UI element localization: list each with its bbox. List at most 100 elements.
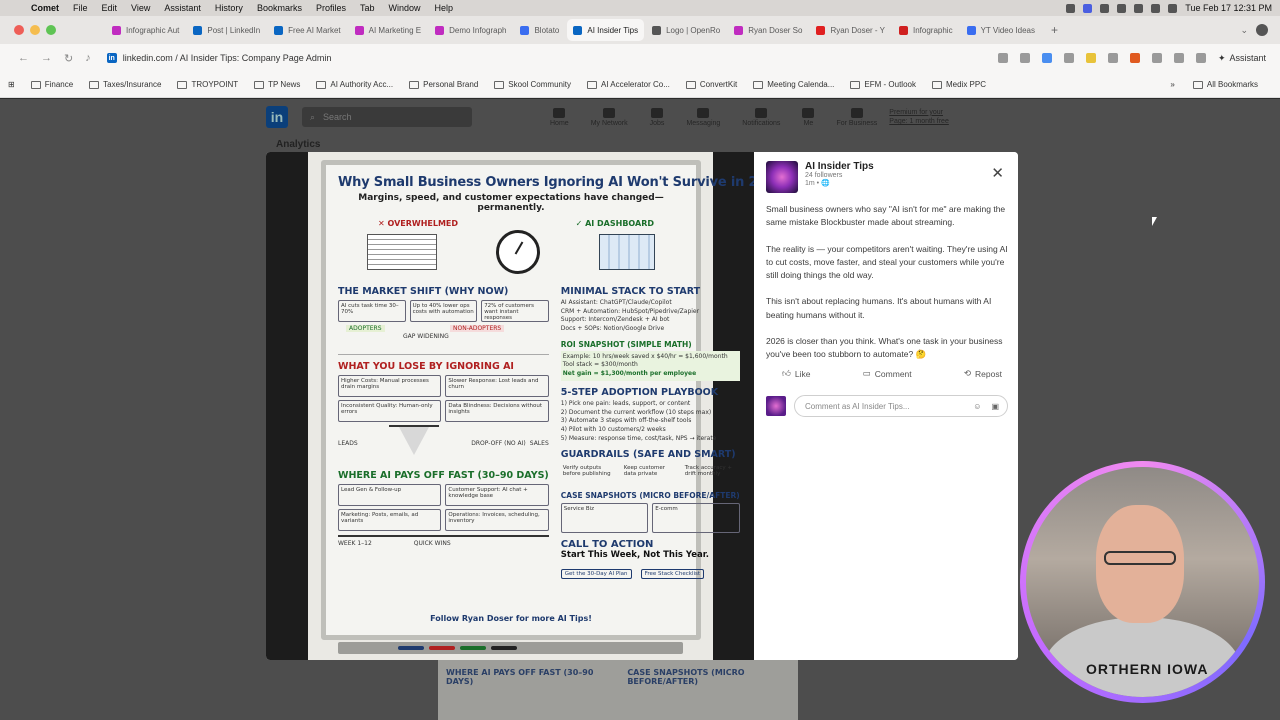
extension-icon[interactable] — [1041, 53, 1052, 63]
bookmark-item[interactable]: Finance — [23, 80, 81, 89]
menu-help[interactable]: Help — [428, 3, 461, 13]
back-icon[interactable]: ← — [18, 52, 29, 65]
extension-icon[interactable] — [1129, 53, 1140, 63]
emoji-icon[interactable]: ☺ — [973, 402, 981, 411]
close-icon[interactable]: ✕ — [991, 164, 1004, 182]
bookmarks-overflow-icon[interactable]: » — [1170, 80, 1174, 89]
bookmark-item[interactable]: Medix PPC — [924, 80, 994, 89]
comment-input[interactable]: Comment as AI Insider Tips... ☺ ▣ — [794, 395, 1008, 418]
linkedin-nav-item[interactable]: Notifications — [742, 107, 780, 127]
reload-icon[interactable]: ↻ — [64, 52, 73, 65]
linkedin-nav-item[interactable]: For Business — [836, 107, 877, 127]
profile-icon[interactable] — [1256, 24, 1268, 36]
menu-clock[interactable]: Tue Feb 17 12:31 PM — [1185, 3, 1272, 13]
sidebar-icon[interactable] — [1195, 53, 1206, 63]
browser-tab[interactable]: AI Marketing E — [349, 19, 427, 41]
bookmark-item[interactable]: EFM - Outlook — [842, 80, 924, 89]
status-icon[interactable] — [1117, 3, 1127, 13]
forward-icon[interactable]: → — [41, 52, 52, 65]
browser-tab[interactable]: AI Insider Tips — [567, 19, 645, 41]
menu-profiles[interactable]: Profiles — [309, 3, 353, 13]
roi-heading: ROI SNAPSHOT (SIMPLE MATH) — [560, 339, 692, 349]
status-icon[interactable] — [1066, 3, 1076, 13]
browser-tab[interactable]: Ryan Doser So — [728, 19, 808, 41]
bookmark-item[interactable]: Meeting Calenda... — [745, 80, 842, 89]
bookmark-item[interactable]: Skool Community — [486, 80, 579, 89]
pays-box: Lead Gen & Follow-up — [338, 484, 442, 506]
browser-tab[interactable]: Logo | OpenRo — [646, 19, 726, 41]
linkedin-search-input[interactable]: ⌕ Search — [302, 107, 472, 127]
browser-tab[interactable]: Infographic — [893, 19, 959, 41]
funnel-row: LEADS DROP-OFF (NO AI) SALES — [338, 422, 549, 464]
close-window-button[interactable] — [14, 25, 24, 35]
menu-assistant[interactable]: Assistant — [157, 3, 208, 13]
account-name[interactable]: AI Insider Tips — [805, 161, 874, 172]
bookmark-item[interactable]: AI Accelerator Co... — [579, 80, 678, 89]
status-icon[interactable] — [1100, 3, 1110, 13]
menu-icon[interactable] — [1173, 53, 1184, 63]
menu-file[interactable]: File — [66, 3, 95, 13]
linkedin-nav-item[interactable]: Home — [550, 107, 569, 127]
menu-edit[interactable]: Edit — [95, 3, 125, 13]
browser-tab[interactable]: Post | LinkedIn — [187, 19, 266, 41]
comment-placeholder: Comment as AI Insider Tips... — [805, 401, 910, 411]
comment-button[interactable]: ▭ Comment — [863, 368, 912, 379]
url-field[interactable]: in linkedin.com / AI Insider Tips: Compa… — [106, 53, 331, 63]
zoom-window-button[interactable] — [46, 25, 56, 35]
linkedin-nav-item[interactable]: Jobs — [650, 107, 664, 127]
bookmark-star-icon[interactable] — [997, 53, 1008, 63]
menu-history[interactable]: History — [208, 3, 250, 13]
week-label: WEEK 1–12 — [338, 540, 372, 547]
bookmark-item[interactable]: ConvertKit — [678, 80, 745, 89]
extension-icon[interactable] — [1063, 53, 1074, 63]
extension-icon[interactable] — [1107, 53, 1118, 63]
microphone-icon[interactable]: ♪ — [85, 52, 91, 65]
repost-button[interactable]: ⟲ Repost — [964, 368, 1002, 379]
bookmark-label: ConvertKit — [699, 80, 738, 89]
assistant-button[interactable]: ✦ Assistant — [1218, 53, 1266, 64]
browser-tab[interactable]: Free AI Market — [268, 19, 346, 41]
presenter-glasses — [1104, 551, 1176, 565]
control-center-icon[interactable] — [1168, 3, 1178, 13]
menu-window[interactable]: Window — [381, 3, 427, 13]
menu-app-name[interactable]: Comet — [24, 3, 66, 13]
premium-link[interactable]: Premium for your Page: 1 month free — [889, 108, 949, 126]
linkedin-nav-item[interactable]: Me — [802, 107, 815, 127]
browser-tab[interactable]: YT Video Ideas — [961, 19, 1041, 41]
playbook-list: 1) Pick one pain: leads, support, or con… — [561, 400, 740, 443]
nav-label: Home — [550, 119, 569, 127]
new-tab-button[interactable]: + — [1043, 23, 1066, 37]
bookmark-label: Personal Brand — [423, 80, 479, 89]
company-avatar[interactable] — [766, 161, 798, 193]
toolbar-icons: ✦ Assistant — [997, 53, 1280, 64]
bookmark-item[interactable]: TROYPOINT — [169, 80, 246, 89]
linkedin-nav-item[interactable]: Messaging — [686, 107, 720, 127]
screen-record-icon[interactable] — [1083, 3, 1093, 13]
wifi-icon[interactable] — [1134, 3, 1144, 13]
tab-overflow-chevron-icon[interactable]: ⌄ — [1240, 25, 1256, 36]
browser-tab[interactable]: Ryan Doser - Y — [810, 19, 891, 41]
linkedin-logo-icon[interactable]: in — [266, 106, 288, 128]
extensions-puzzle-icon[interactable] — [1151, 53, 1162, 63]
like-button[interactable]: 👍︎ Like — [782, 368, 810, 379]
bookmark-item[interactable]: AI Authority Acc... — [308, 80, 401, 89]
menu-tab[interactable]: Tab — [353, 3, 382, 13]
bookmark-item[interactable]: TP News — [246, 80, 308, 89]
share-icon[interactable] — [1019, 53, 1030, 63]
browser-tab[interactable]: Demo Infograph — [429, 19, 512, 41]
menu-view[interactable]: View — [124, 3, 157, 13]
extension-icon[interactable] — [1085, 53, 1096, 63]
macos-menu-bar: Comet File Edit View Assistant History B… — [0, 0, 1280, 16]
apps-grid-icon[interactable]: ⊞ — [0, 80, 23, 89]
post-media[interactable]: Why Small Business Owners Ignoring AI Wo… — [266, 152, 754, 660]
linkedin-nav-item[interactable]: My Network — [591, 107, 628, 127]
bookmark-item[interactable]: Personal Brand — [401, 80, 486, 89]
menu-bookmarks[interactable]: Bookmarks — [250, 3, 309, 13]
minimize-window-button[interactable] — [30, 25, 40, 35]
search-icon[interactable] — [1151, 3, 1161, 13]
all-bookmarks-button[interactable]: All Bookmarks — [1185, 80, 1266, 89]
bookmark-item[interactable]: Taxes/Insurance — [81, 80, 169, 89]
image-icon[interactable]: ▣ — [991, 402, 999, 411]
browser-tab[interactable]: Infographic Aut — [106, 19, 185, 41]
browser-tab[interactable]: Blotato — [514, 19, 565, 41]
